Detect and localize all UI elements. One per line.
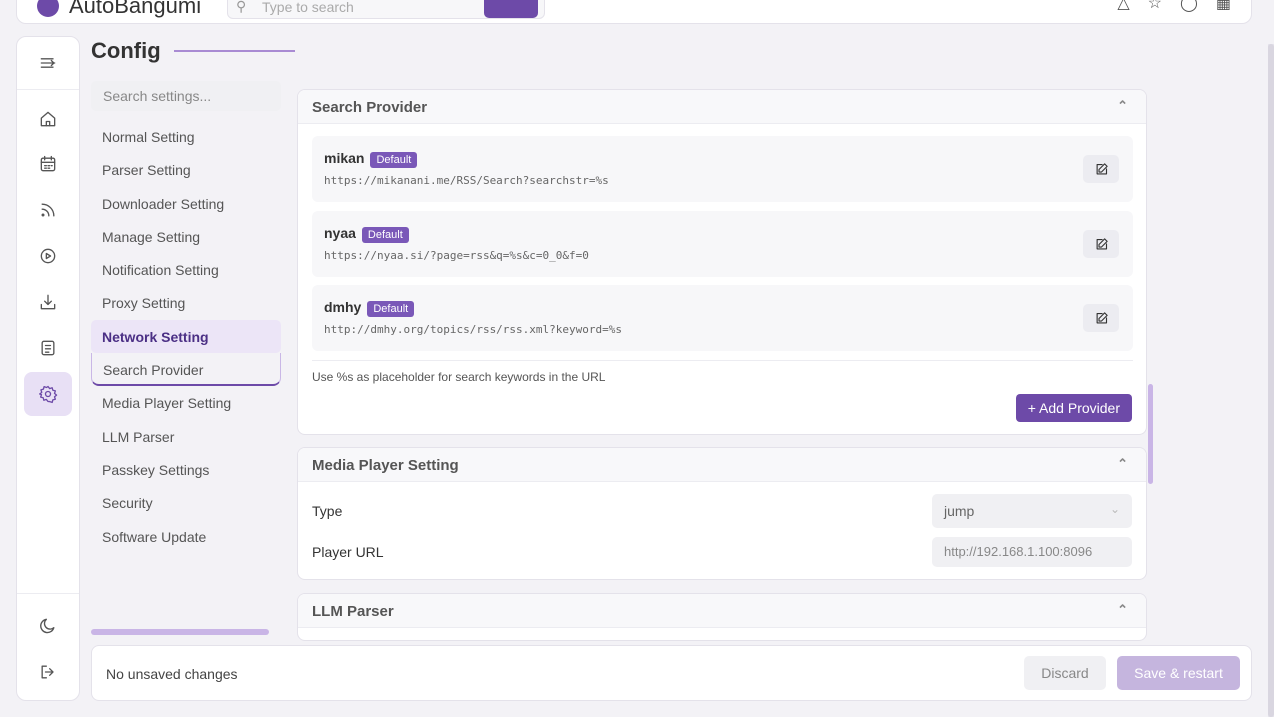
player-url-input[interactable]: http://192.168.1.100:8096 bbox=[932, 537, 1132, 567]
global-search-button[interactable] bbox=[484, 0, 538, 18]
settings-nav-parser[interactable]: Parser Setting bbox=[91, 153, 281, 186]
settings-nav-network[interactable]: Network Setting bbox=[91, 319, 281, 354]
page-scrollbar[interactable] bbox=[1268, 44, 1274, 717]
search-provider-header[interactable]: Search Provider ⌃ bbox=[298, 90, 1146, 124]
search-icon: ⚲ bbox=[236, 0, 247, 14]
nav-divider bbox=[17, 89, 79, 90]
player-icon[interactable] bbox=[33, 241, 63, 271]
provider-item: mikan Default https://mikanani.me/RSS/Sea… bbox=[312, 136, 1133, 202]
global-search-placeholder: Type to search bbox=[262, 0, 354, 15]
default-badge: Default bbox=[361, 227, 409, 243]
home-icon[interactable] bbox=[33, 104, 63, 134]
provider-url: http://dmhy.org/topics/rss/rss.xml?keywo… bbox=[324, 323, 623, 336]
save-restart-button[interactable]: Save & restart bbox=[1117, 656, 1240, 690]
player-type-select[interactable]: jump ⌄ bbox=[932, 494, 1132, 528]
settings-nav-normal[interactable]: Normal Setting bbox=[91, 120, 281, 153]
settings-nav-search-provider[interactable]: Search Provider bbox=[91, 353, 281, 387]
page-title: Config bbox=[91, 38, 161, 63]
media-player-header[interactable]: Media Player Setting ⌃ bbox=[298, 448, 1146, 482]
bell-icon[interactable]: △ bbox=[1117, 0, 1129, 13]
llm-parser-panel: LLM Parser ⌃ bbox=[297, 593, 1147, 641]
logout-icon[interactable] bbox=[33, 657, 63, 687]
provider-name: nyaa bbox=[324, 225, 356, 241]
provider-name: mikan bbox=[324, 150, 365, 166]
chevron-up-icon[interactable]: ⌃ bbox=[1117, 602, 1128, 618]
rss-icon[interactable] bbox=[33, 195, 63, 225]
default-badge: Default bbox=[370, 152, 418, 168]
page-scrollbar-thumb[interactable] bbox=[1268, 44, 1274, 717]
settings-nav-notification[interactable]: Notification Setting bbox=[91, 253, 281, 286]
global-search[interactable]: ⚲ Type to search bbox=[227, 0, 545, 19]
calendar-icon[interactable] bbox=[33, 149, 63, 179]
provider-url: https://mikanani.me/RSS/Search?searchstr… bbox=[324, 174, 609, 187]
edit-provider-button[interactable] bbox=[1083, 155, 1119, 183]
nav-divider bbox=[17, 593, 79, 594]
dark-mode-icon[interactable] bbox=[33, 611, 63, 641]
help-icon[interactable]: ◯ bbox=[1180, 0, 1198, 13]
settings-nav-passkey[interactable]: Passkey Settings bbox=[91, 453, 281, 486]
provider-item: dmhy Default http://dmhy.org/topics/rss/r… bbox=[312, 285, 1133, 351]
edit-provider-button[interactable] bbox=[1083, 304, 1119, 332]
type-label: Type bbox=[312, 503, 343, 519]
log-icon[interactable] bbox=[33, 333, 63, 363]
discard-button[interactable]: Discard bbox=[1024, 656, 1106, 690]
settings-nav-proxy[interactable]: Proxy Setting bbox=[91, 286, 281, 319]
menu-toggle-icon[interactable] bbox=[33, 48, 63, 78]
app-name: AutoBangumi bbox=[69, 0, 202, 18]
settings-search-input[interactable]: Search settings... bbox=[91, 81, 281, 111]
add-provider-button[interactable]: + Add Provider bbox=[1015, 394, 1132, 422]
download-icon[interactable] bbox=[33, 287, 63, 317]
edit-icon bbox=[1096, 162, 1108, 174]
save-bar: No unsaved changes Discard Save & restar… bbox=[91, 645, 1252, 701]
default-badge: Default bbox=[367, 301, 415, 317]
provider-item: nyaa Default https://nyaa.si/?page=rss&q=… bbox=[312, 211, 1133, 277]
chevron-down-icon: ⌄ bbox=[1109, 502, 1120, 516]
content-scrollbar[interactable] bbox=[1148, 384, 1153, 484]
settings-icon[interactable] bbox=[24, 372, 72, 416]
unsaved-status: No unsaved changes bbox=[106, 666, 238, 682]
search-provider-panel: Search Provider ⌃ mikan Default https://m… bbox=[297, 89, 1147, 435]
settings-nav-llm-parser[interactable]: LLM Parser bbox=[91, 420, 281, 453]
star-icon[interactable]: ☆ bbox=[1148, 0, 1162, 13]
media-player-panel: Media Player Setting ⌃ Type jump ⌄ Playe… bbox=[297, 447, 1147, 580]
settings-nav-scrollbar[interactable] bbox=[91, 629, 269, 635]
settings-nav-media-player[interactable]: Media Player Setting bbox=[91, 386, 281, 419]
llm-parser-header[interactable]: LLM Parser ⌃ bbox=[298, 594, 1146, 628]
llm-parser-title: LLM Parser bbox=[312, 603, 394, 620]
provider-url: https://nyaa.si/?page=rss&q=%s&c=0_0&f=0 bbox=[324, 249, 589, 262]
settings-nav-software-update[interactable]: Software Update bbox=[91, 520, 281, 553]
app-logo-icon bbox=[37, 0, 59, 17]
sidebar bbox=[16, 36, 80, 701]
chevron-up-icon[interactable]: ⌃ bbox=[1117, 456, 1128, 472]
top-bar: AutoBangumi ⚲ Type to search △ ☆ ◯ ▦ bbox=[16, 0, 1252, 24]
search-provider-title: Search Provider bbox=[312, 99, 428, 116]
settings-nav-downloader[interactable]: Downloader Setting bbox=[91, 187, 281, 220]
divider bbox=[312, 360, 1133, 361]
title-underline bbox=[174, 50, 295, 52]
top-actions: △ ☆ ◯ ▦ bbox=[1117, 0, 1231, 13]
settings-nav: Normal Setting Parser Setting Downloader… bbox=[91, 120, 281, 553]
settings-nav-manage[interactable]: Manage Setting bbox=[91, 220, 281, 253]
chevron-up-icon[interactable]: ⌃ bbox=[1117, 98, 1128, 114]
edit-icon bbox=[1096, 237, 1108, 249]
edit-provider-button[interactable] bbox=[1083, 230, 1119, 258]
player-type-value: jump bbox=[944, 503, 975, 519]
player-url-label: Player URL bbox=[312, 544, 384, 560]
edit-icon bbox=[1096, 311, 1108, 323]
provider-hint: Use %s as placeholder for search keyword… bbox=[312, 370, 606, 384]
provider-name: dmhy bbox=[324, 299, 362, 315]
grid-icon[interactable]: ▦ bbox=[1216, 0, 1231, 13]
media-player-title: Media Player Setting bbox=[312, 457, 459, 474]
settings-nav-security[interactable]: Security bbox=[91, 486, 281, 519]
